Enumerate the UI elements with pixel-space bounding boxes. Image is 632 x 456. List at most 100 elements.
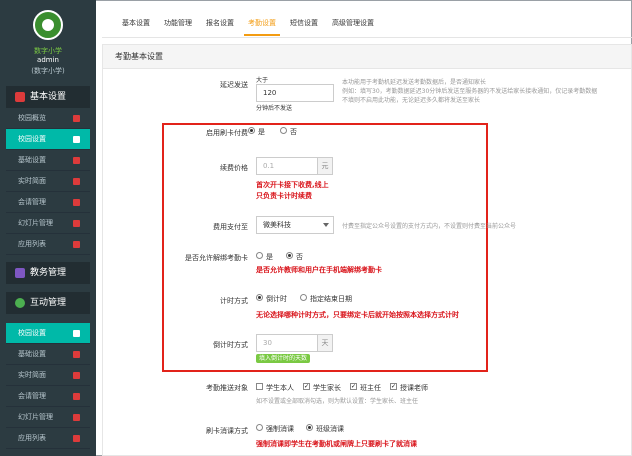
user-org: (数字小学): [31, 67, 65, 75]
card-fee-label: 启用刷卡付费: [206, 129, 248, 137]
countdown-label: 倒计时方式: [213, 341, 248, 349]
unbind-yes-radio[interactable]: [256, 252, 263, 259]
pay-to-value: 微美科技: [263, 221, 291, 229]
section-academic[interactable]: 教务管理: [6, 262, 90, 284]
delay-prefix: 大于: [256, 77, 269, 84]
sidebar-item-active[interactable]: 校园设置: [6, 129, 90, 150]
sidebar-item[interactable]: 校园概览: [6, 108, 90, 129]
push-help: 如不设置或全部取消勾选，则为默认设置：学生家长、班主任: [256, 398, 419, 405]
tab-advanced[interactable]: 高级管理设置: [332, 18, 374, 28]
sidebar-item-label: 应用列表: [18, 434, 46, 442]
renew-price-label: 续费价格: [220, 164, 248, 172]
apps-icon: [73, 435, 80, 442]
sidebar-item-label: 校园设置: [18, 135, 46, 143]
sidebar-item[interactable]: 基础设置: [6, 150, 90, 171]
section-label: 互动管理: [30, 298, 67, 308]
push-teacher-label: 授课老师: [400, 384, 428, 392]
countdown-badge: 填入倒计时的天数: [256, 354, 311, 363]
delay-help-1: 本功能用于考勤机延迟发送考勤数据后，是否通知家长: [342, 79, 487, 86]
sidebar-item-label: 应用列表: [18, 240, 46, 248]
push-parent-checkbox[interactable]: ✓: [303, 383, 310, 390]
school-logo-icon: [33, 10, 63, 40]
tab-attendance[interactable]: 考勤设置: [248, 18, 276, 28]
swipe-class-radio[interactable]: [306, 424, 313, 431]
yuan-unit: 元: [317, 157, 333, 175]
sidebar-item[interactable]: 会请管理: [6, 386, 90, 407]
sidebar-item[interactable]: 幻灯片管理: [6, 407, 90, 428]
card-fee-yes-radio[interactable]: [248, 127, 255, 134]
apps-icon: [73, 241, 80, 248]
sidebar-item[interactable]: 应用列表: [6, 234, 90, 255]
card-fee-no-radio[interactable]: [280, 127, 287, 134]
sidebar-item-label: 实时简面: [18, 177, 46, 185]
sidebar-item[interactable]: 应用列表: [6, 428, 90, 449]
card-fee-yes-label: 是: [258, 128, 265, 136]
section-label: 教务管理: [30, 268, 67, 278]
sidebar-item-active[interactable]: 校园设置: [6, 323, 90, 344]
sidebar-item-label: 幻灯片管理: [18, 219, 53, 227]
push-headteacher-label: 班主任: [360, 384, 381, 392]
user-icon: [73, 199, 80, 206]
timing-enddate-label: 指定结束日期: [310, 295, 352, 303]
sidebar-item-label: 会请管理: [18, 198, 46, 206]
book-icon: [15, 268, 25, 278]
push-headteacher-checkbox[interactable]: ✓: [350, 383, 357, 390]
delay-help-3: 不填则不启用此功能，无论延迟多久都将发送至家长: [342, 97, 481, 104]
delay-input[interactable]: 120: [256, 84, 334, 102]
unbind-no-radio[interactable]: [286, 252, 293, 259]
renew-note-1: 首次开卡接下收费,线上: [256, 181, 329, 189]
active-tab-indicator: [244, 34, 280, 36]
tab-sms[interactable]: 短信设置: [290, 18, 318, 28]
timing-label: 计时方式: [220, 297, 248, 305]
tab-features[interactable]: 功能管理: [164, 18, 192, 28]
push-student-label: 学生本人: [266, 384, 294, 392]
eye-icon: [73, 178, 80, 185]
settings-icon: [73, 136, 80, 143]
delay-label: 延迟发送: [220, 81, 248, 89]
sidebar-item-label: 实时简面: [18, 371, 46, 379]
sidebar-item-label: 幻灯片管理: [18, 413, 53, 421]
sidebar-item[interactable]: 实时简面: [6, 365, 90, 386]
swipe-force-label: 强制消课: [266, 425, 294, 433]
user-name: admin: [37, 56, 59, 64]
swipe-note: 强制消课即学生在考勤机或闸牌上只要刷卡了就消课: [256, 440, 417, 448]
card-fee-no-label: 否: [290, 128, 297, 136]
push-student-checkbox[interactable]: [256, 383, 263, 390]
tab-enrollment[interactable]: 报名设置: [206, 18, 234, 28]
push-teacher-checkbox[interactable]: ✓: [390, 383, 397, 390]
countdown-input[interactable]: 30: [256, 334, 318, 352]
swipe-force-radio[interactable]: [256, 424, 263, 431]
push-parent-label: 学生家长: [313, 384, 341, 392]
sidebar: 数字小学 admin (数字小学) 基本设置 校园概览 校园设置 基础设置 实时…: [0, 0, 96, 456]
section-basic-settings[interactable]: 基本设置: [6, 86, 90, 108]
section-interaction[interactable]: 互动管理: [6, 292, 90, 314]
renew-price-input[interactable]: 0.1: [256, 157, 318, 175]
timing-countdown-radio[interactable]: [256, 294, 263, 301]
sidebar-item-label: 校园概览: [18, 114, 46, 122]
pay-to-label: 费用支付至: [213, 223, 248, 231]
swipe-label: 刷卡消课方式: [206, 427, 248, 435]
push-label: 考勤推送对象: [206, 384, 248, 392]
org-name: 数字小学: [34, 47, 62, 55]
sidebar-item[interactable]: 会请管理: [6, 192, 90, 213]
sidebar-item[interactable]: 幻灯片管理: [6, 213, 90, 234]
sidebar-item[interactable]: 基础设置: [6, 344, 90, 365]
renew-note-2: 只负责卡计时续费: [256, 192, 312, 200]
tab-bar: 基本设置 功能管理 报名设置 考勤设置 短信设置 高级管理设置: [102, 0, 632, 38]
gear-icon: [15, 92, 25, 102]
image-icon: [73, 220, 80, 227]
chevron-down-icon: [323, 223, 329, 227]
unbind-no-label: 否: [296, 253, 303, 261]
eye-icon: [73, 372, 80, 379]
image-icon: [73, 414, 80, 421]
user-icon: [73, 393, 80, 400]
timing-enddate-radio[interactable]: [300, 294, 307, 301]
swipe-class-label: 班级消课: [316, 425, 344, 433]
settings-icon: [73, 330, 80, 337]
sidebar-item-label: 校园设置: [18, 329, 46, 337]
section-label: 基本设置: [30, 92, 67, 102]
unbind-yes-label: 是: [266, 253, 273, 261]
sidebar-item[interactable]: 实时简面: [6, 171, 90, 192]
tab-basic[interactable]: 基本设置: [122, 18, 150, 28]
unbind-note: 是否允许教师和用户在手机端解绑考勤卡: [256, 266, 382, 274]
